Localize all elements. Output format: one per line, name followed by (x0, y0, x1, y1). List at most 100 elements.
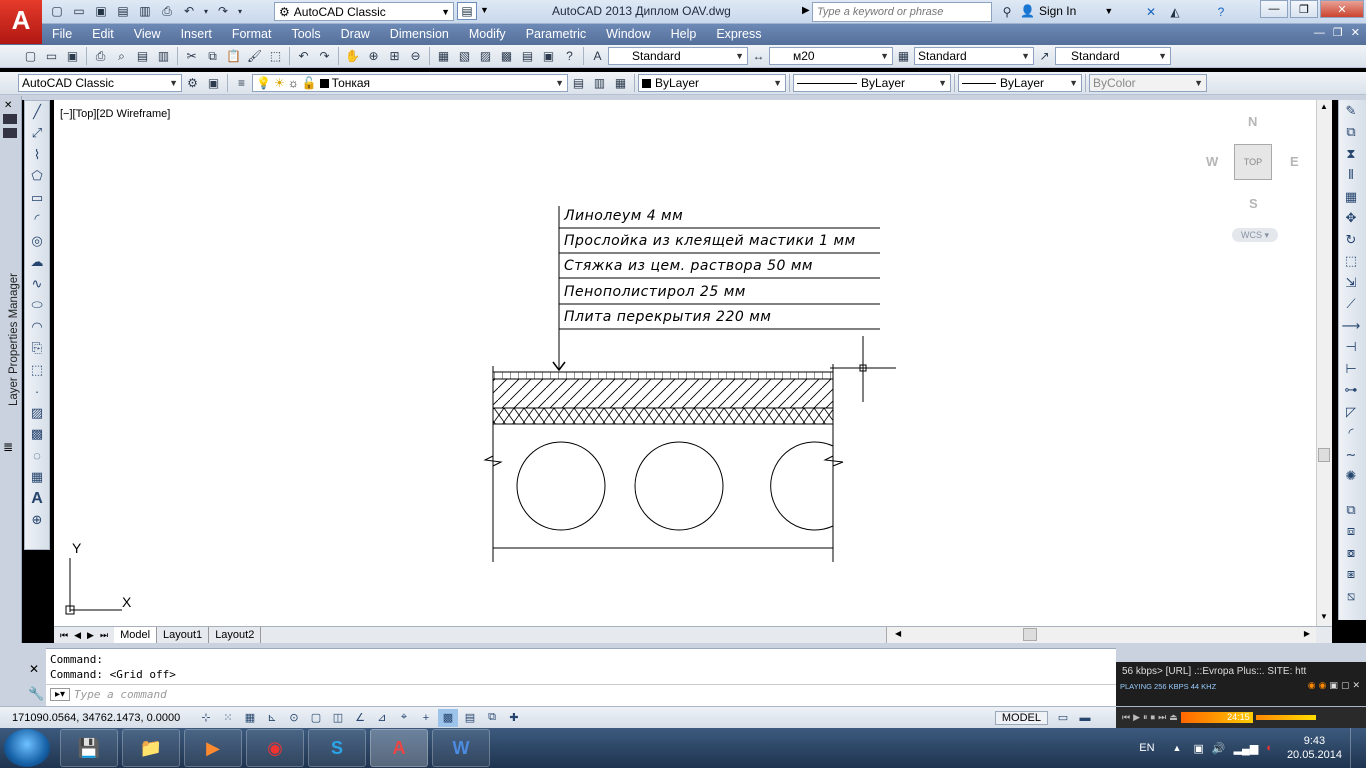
polygon-icon[interactable]: ⬠ (26, 166, 48, 188)
media-eject-icon[interactable]: ⏏ (1169, 712, 1178, 723)
break-icon[interactable]: ⊢ (1340, 358, 1362, 380)
menu-draw[interactable]: Draw (331, 24, 380, 45)
3d-dwf-icon[interactable]: ▥ (154, 47, 173, 66)
taskbar-explorer-icon[interactable]: 📁 (122, 729, 180, 767)
design-center-icon[interactable]: ▧ (455, 47, 474, 66)
palette-properties-icon[interactable] (3, 128, 17, 138)
drawing-canvas[interactable]: [−][Top][2D Wireframe] N W E S TOP WCS ▾… (54, 100, 1332, 626)
menu-modify[interactable]: Modify (459, 24, 516, 45)
copy-object-icon[interactable]: ⧉ (1340, 122, 1362, 144)
copy-icon[interactable]: ⧉ (203, 47, 222, 66)
taskbar-save-icon[interactable]: 💾 (60, 729, 118, 767)
layer-previous-icon[interactable]: ▥ (590, 74, 609, 93)
palette-autohide-icon[interactable] (3, 114, 17, 124)
model-space-toggle[interactable]: MODEL (994, 710, 1048, 725)
search-input[interactable]: Type a keyword or phrase (812, 2, 992, 22)
layer-label-4[interactable]: Пенополистирол 25 мм (564, 284, 746, 300)
ellipse-icon[interactable]: ⬭ (26, 295, 48, 317)
taskbar-media-icon[interactable]: ▶ (184, 729, 242, 767)
3d-object-snap-icon[interactable]: ◫ (328, 709, 348, 727)
coordinates-readout[interactable]: 171090.0564, 34762.1473, 0.0000 (0, 712, 195, 724)
next-tab-icon[interactable]: ▶ (87, 630, 94, 641)
open-folder-icon[interactable]: ▭ (69, 2, 89, 20)
layer-label-1[interactable]: Линолеум 4 мм (564, 208, 683, 224)
rotate-icon[interactable]: ↻ (1340, 229, 1362, 251)
fillet-icon[interactable]: ◜ (1340, 423, 1362, 445)
clock[interactable]: 9:43 20.05.2014 (1287, 734, 1342, 762)
bring-above-icon[interactable]: ⧆ (1340, 564, 1362, 586)
recent-commands-icon[interactable]: ▸▾ (50, 688, 71, 701)
multiline-text-icon[interactable]: A (26, 488, 48, 510)
palette-close-icon[interactable]: ✕ (4, 100, 12, 111)
explode-icon[interactable]: ✺ (1340, 466, 1362, 488)
qnew-icon[interactable]: ▢ (21, 47, 40, 66)
break-at-point-icon[interactable]: ⊣ (1340, 337, 1362, 359)
command-customize-icon[interactable]: 🔧 (28, 686, 44, 702)
tab-layout2[interactable]: Layout2 (209, 627, 262, 643)
plot-icon[interactable]: ⎙ (91, 47, 110, 66)
floor-section-drawing[interactable] (54, 100, 1314, 626)
extend-icon[interactable]: ⟶ (1340, 315, 1362, 337)
command-input-row[interactable]: ▸▾ Type a command (46, 684, 1116, 704)
stretch-icon[interactable]: ⇲ (1340, 272, 1362, 294)
device-icon[interactable]: ▣ (1193, 742, 1203, 755)
paste-icon[interactable]: 📋 (224, 47, 243, 66)
network-signal-icon[interactable]: ▂▄▆ (1234, 742, 1259, 755)
insert-block-icon[interactable]: ⎘ (26, 338, 48, 360)
ellipse-arc-icon[interactable]: ◠ (26, 316, 48, 338)
menu-tools[interactable]: Tools (281, 24, 330, 45)
last-tab-icon[interactable]: ⏭ (100, 630, 108, 641)
spline-icon[interactable]: ∿ (26, 273, 48, 295)
layer-label-5[interactable]: Плита перекрытия 220 мм (564, 309, 771, 325)
save-icon[interactable]: ▣ (91, 2, 111, 20)
menu-help[interactable]: Help (661, 24, 707, 45)
menu-edit[interactable]: Edit (82, 24, 124, 45)
menu-express[interactable]: Express (706, 24, 771, 45)
show-lineweight-icon[interactable]: + (416, 709, 436, 727)
quick-properties-icon[interactable]: ▤ (460, 709, 480, 727)
first-tab-icon[interactable]: ⏮ (60, 630, 68, 641)
scale-icon[interactable]: ⬚ (1340, 251, 1362, 273)
chamfer-icon[interactable]: ◸ (1340, 401, 1362, 423)
exchange-apps-icon[interactable]: ✕ (1141, 3, 1161, 21)
layer-properties-icon[interactable]: ≡ (232, 74, 251, 93)
plot-preview-icon[interactable]: ⌕ (112, 47, 131, 66)
minimize-button[interactable]: — (1260, 0, 1288, 18)
publish-icon[interactable]: ▥ (135, 2, 155, 20)
ortho-mode-icon[interactable]: ⊾ (262, 709, 282, 727)
maximize-button[interactable]: ❐ (1290, 0, 1318, 18)
media-play-icon[interactable]: ▶ (1133, 712, 1140, 723)
arc-icon[interactable]: ◜ (26, 209, 48, 231)
open-icon[interactable]: ▭ (42, 47, 61, 66)
hatch-icon[interactable]: ▨ (26, 402, 48, 424)
language-indicator[interactable]: EN (1139, 742, 1154, 754)
menu-file[interactable]: File (42, 24, 82, 45)
quick-view-drawings-icon[interactable]: ▬ (1075, 709, 1095, 727)
command-input[interactable]: Type a command (70, 688, 167, 701)
scroll-right-icon[interactable]: ▶ (1304, 629, 1310, 638)
taskbar-word-icon[interactable]: W (432, 729, 490, 767)
quick-access-customize-icon[interactable]: ▤ (457, 2, 477, 20)
pan-icon[interactable]: ✋ (343, 47, 362, 66)
show-hidden-icons-icon[interactable]: ▲ (1173, 743, 1182, 753)
plot-icon[interactable]: ⎙ (157, 2, 177, 20)
undo-icon[interactable]: ↶ (179, 2, 199, 20)
rectangle-icon[interactable]: ▭ (26, 187, 48, 209)
markup-icon[interactable]: ▤ (518, 47, 537, 66)
menu-parametric[interactable]: Parametric (516, 24, 596, 45)
scroll-up-icon[interactable]: ▲ (1320, 102, 1328, 111)
offset-icon[interactable]: ⫴ (1340, 165, 1362, 187)
add-selected-icon[interactable]: ⊕ (26, 510, 48, 532)
close-button[interactable]: ✕ (1320, 0, 1364, 18)
publish-icon[interactable]: ▤ (133, 47, 152, 66)
prev-tab-icon[interactable]: ◀ (74, 630, 81, 641)
taskbar-chrome-icon[interactable]: ◉ (246, 729, 304, 767)
line-icon[interactable]: ╱ (26, 101, 48, 123)
command-close-icon[interactable]: ✕ (29, 662, 39, 676)
quick-view-layouts-icon[interactable]: ▭ (1053, 709, 1073, 727)
properties-icon[interactable]: ▦ (434, 47, 453, 66)
mirror-icon[interactable]: ⧗ (1340, 143, 1362, 165)
move-icon[interactable]: ✥ (1340, 208, 1362, 230)
calculator-icon[interactable]: ▣ (539, 47, 558, 66)
horizontal-scroll-thumb[interactable] (1023, 628, 1037, 641)
